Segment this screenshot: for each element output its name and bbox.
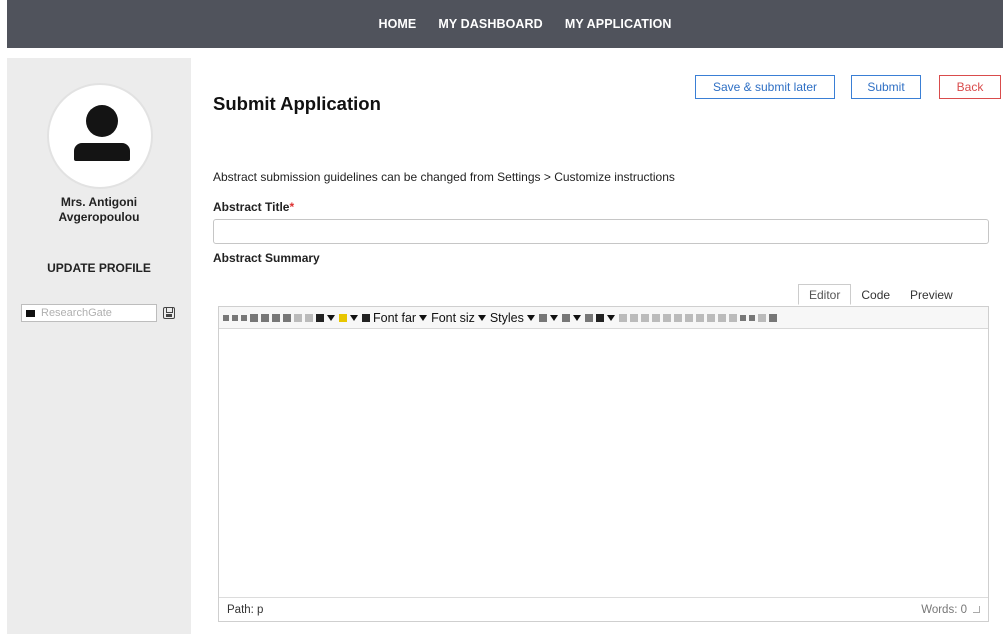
- font-family-label: Font far: [373, 310, 417, 325]
- page-title: Submit Application: [213, 93, 381, 114]
- merge-cells-icon[interactable]: [695, 313, 704, 322]
- main-content: Submit Application Save & submit later S…: [213, 48, 1003, 634]
- tab-preview[interactable]: Preview: [900, 284, 963, 305]
- nav-links: HOME MY DASHBOARD MY APPLICATION: [378, 17, 671, 31]
- word-count: Words: 0: [921, 604, 980, 616]
- background-color-icon[interactable]: [362, 313, 370, 322]
- styles-select[interactable]: Styles: [490, 311, 524, 325]
- guidelines-text: Abstract submission guidelines can be ch…: [213, 170, 675, 184]
- font-size-dropdown-icon[interactable]: [477, 314, 486, 321]
- font-family-select[interactable]: Font far: [373, 311, 416, 325]
- align-left-icon[interactable]: [250, 313, 258, 322]
- required-marker: *: [289, 200, 295, 214]
- resize-handle-icon[interactable]: [973, 606, 980, 613]
- delete-row-icon[interactable]: [640, 313, 649, 322]
- bold-icon[interactable]: [223, 314, 229, 321]
- nav-home-link[interactable]: HOME: [378, 17, 416, 31]
- researchgate-placeholder: ResearchGate: [41, 307, 112, 319]
- top-navigation: HOME MY DASHBOARD MY APPLICATION: [7, 0, 1003, 48]
- abstract-title-label-text: Abstract Title: [213, 200, 290, 214]
- subscript-icon[interactable]: [748, 314, 755, 321]
- col-after-icon[interactable]: [662, 313, 671, 322]
- avatar-body-icon: [74, 143, 130, 161]
- special-char-icon[interactable]: [584, 313, 593, 322]
- styles-label: Styles: [489, 310, 524, 325]
- col-before-icon[interactable]: [651, 313, 660, 322]
- editor-path: Path: p: [227, 603, 264, 616]
- underline-icon[interactable]: [241, 314, 247, 321]
- back-button[interactable]: Back: [939, 75, 1001, 99]
- align-right-icon[interactable]: [272, 313, 280, 322]
- submit-button[interactable]: Submit: [851, 75, 921, 99]
- align-center-icon[interactable]: [261, 313, 269, 322]
- superscript-icon[interactable]: [739, 314, 746, 321]
- highlight-dropdown-icon[interactable]: [350, 314, 358, 321]
- hr-icon[interactable]: [757, 313, 766, 322]
- cell-props-icon[interactable]: [717, 313, 726, 322]
- ordered-list-dropdown-icon[interactable]: [549, 314, 558, 321]
- abstract-title-input[interactable]: [213, 219, 989, 244]
- tab-code[interactable]: Code: [851, 284, 900, 305]
- styles-dropdown-icon[interactable]: [526, 314, 535, 321]
- italic-icon[interactable]: [232, 314, 238, 321]
- unordered-list-icon[interactable]: [561, 313, 570, 322]
- font-size-label: Font siz: [431, 310, 475, 325]
- align-justify-icon[interactable]: [283, 313, 291, 322]
- row-after-icon[interactable]: [629, 313, 638, 322]
- researchgate-field[interactable]: ResearchGate: [21, 304, 157, 322]
- user-name: Mrs. Antigoni Avgeropoulou: [58, 195, 140, 224]
- unordered-list-dropdown-icon[interactable]: [572, 314, 581, 321]
- table-icon[interactable]: [595, 313, 604, 322]
- delete-col-icon[interactable]: [673, 313, 682, 322]
- editor-toolbar: Font far Font siz Styles: [219, 307, 988, 329]
- abstract-title-label: Abstract Title*: [213, 200, 294, 214]
- save-icon[interactable]: [163, 307, 175, 319]
- row-props-icon[interactable]: [706, 313, 715, 322]
- save-submit-later-button[interactable]: Save & submit later: [695, 75, 835, 99]
- sidebar: Mrs. Antigoni Avgeropoulou UPDATE PROFIL…: [7, 58, 191, 634]
- font-size-select[interactable]: Font siz: [431, 311, 475, 325]
- delete-table-icon[interactable]: [728, 313, 737, 322]
- avatar-head-icon: [86, 105, 118, 137]
- tab-editor[interactable]: Editor: [798, 284, 852, 305]
- split-cells-icon[interactable]: [684, 313, 693, 322]
- avatar: [47, 83, 153, 189]
- row-before-icon[interactable]: [618, 313, 627, 322]
- font-family-dropdown-icon[interactable]: [419, 314, 428, 321]
- text-color-dropdown-icon[interactable]: [327, 314, 335, 321]
- abstract-summary-label: Abstract Summary: [213, 251, 320, 265]
- editor-content-area[interactable]: [219, 330, 988, 598]
- editor-tabs: Editor Code Preview: [798, 284, 963, 305]
- nav-application-link[interactable]: MY APPLICATION: [565, 17, 672, 31]
- rich-text-editor: Font far Font siz Styles Path: p Words: …: [218, 306, 989, 622]
- flag-icon: [26, 309, 35, 317]
- strikethrough-icon[interactable]: [305, 313, 313, 322]
- highlight-color-icon[interactable]: [339, 313, 347, 322]
- ordered-list-icon[interactable]: [538, 313, 547, 322]
- image-icon[interactable]: [768, 313, 777, 322]
- horizontal-rule-icon[interactable]: [294, 313, 302, 322]
- editor-statusbar: Path: p Words: 0: [219, 597, 988, 621]
- word-count-text: Words: 0: [921, 603, 967, 616]
- update-profile-link[interactable]: UPDATE PROFILE: [7, 261, 191, 275]
- table-dropdown-icon[interactable]: [606, 314, 615, 321]
- text-color-icon[interactable]: [316, 313, 324, 322]
- nav-dashboard-link[interactable]: MY DASHBOARD: [438, 17, 542, 31]
